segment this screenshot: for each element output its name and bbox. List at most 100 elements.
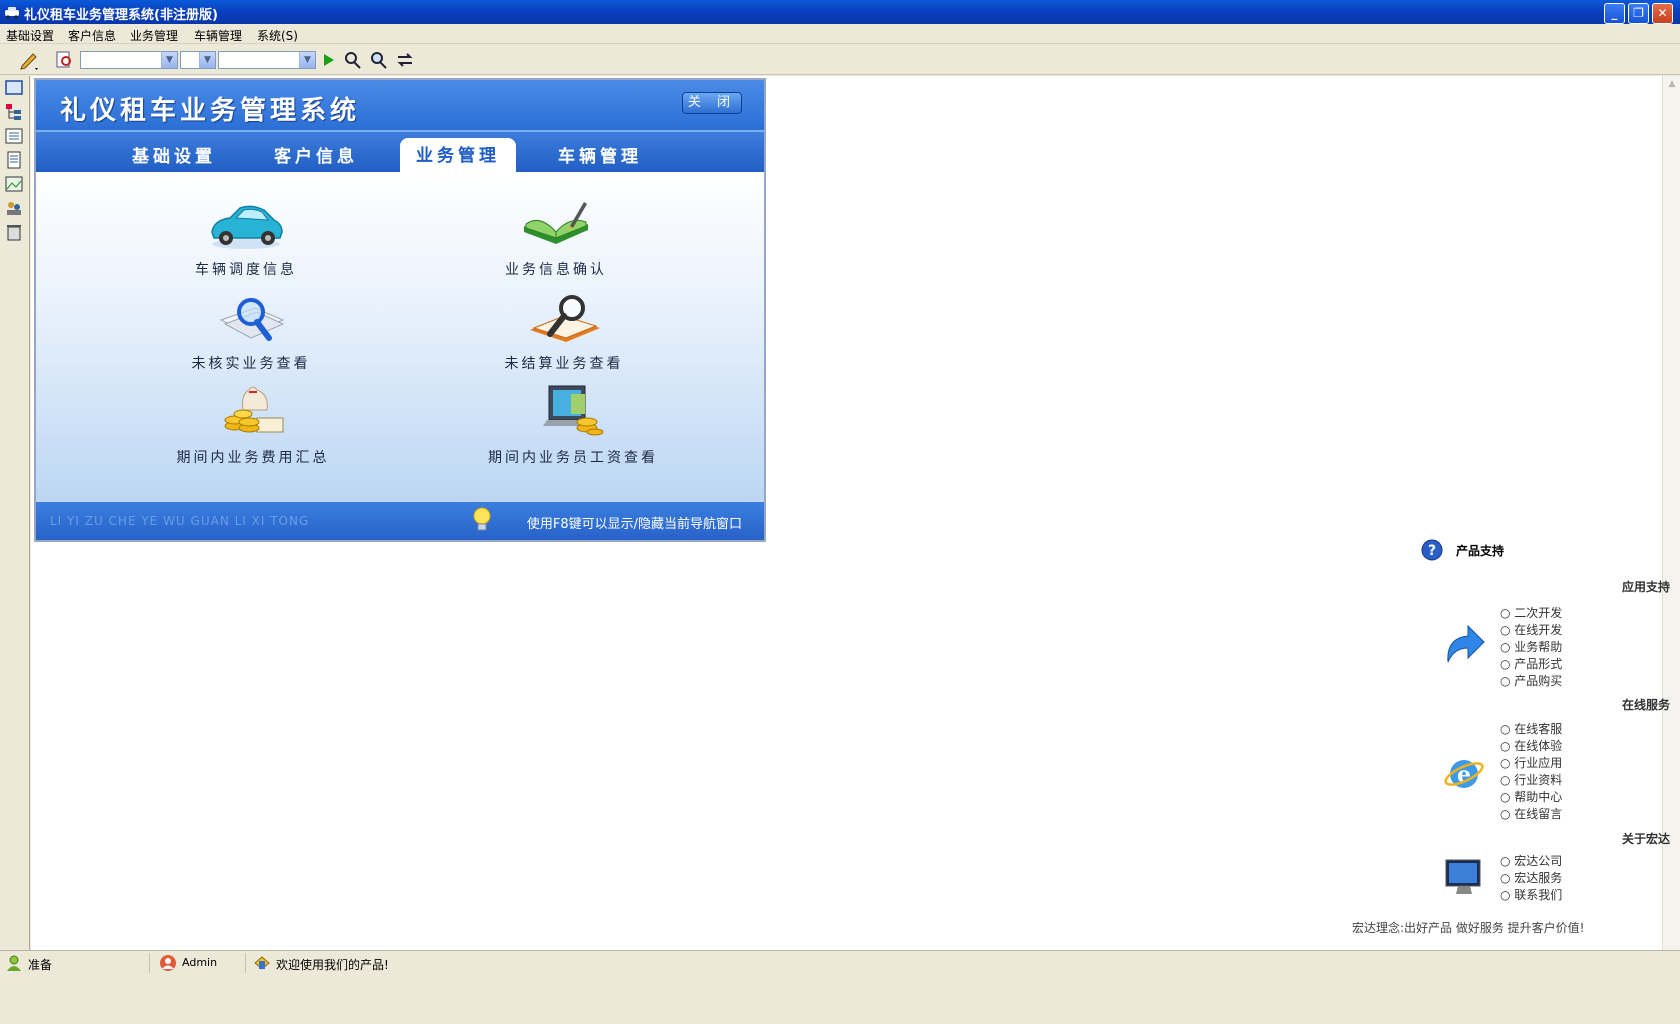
f8-hint: 使用F8键可以显示/隐藏当前导航窗口	[526, 517, 742, 532]
link-online-message[interactable]: ○ 在线留言	[1500, 805, 1562, 822]
filter-combo-1[interactable]: ▼	[80, 51, 178, 69]
nav-item-label: 车辆调度信息	[195, 262, 297, 278]
link-help-center[interactable]: ○ 帮助中心	[1500, 788, 1562, 805]
navigator-body: 车辆调度信息 业务信息确认 未核实业务查看 未结算业务查看 期间内业务费用汇总 …	[36, 172, 764, 502]
nav-item-label: 业务信息确认	[505, 262, 607, 278]
navigator-header: 礼仪租车业务管理系统 关 闭	[36, 80, 764, 130]
tab-business[interactable]: 业务管理	[400, 138, 516, 174]
magnifier-document-icon	[219, 298, 285, 341]
nav-item-vehicle-dispatch[interactable]: 车辆调度信息	[156, 196, 336, 279]
menu-business[interactable]: 业务管理	[130, 27, 178, 44]
link-company[interactable]: ○ 宏达公司	[1500, 852, 1562, 869]
menu-system[interactable]: 系统(S)	[257, 27, 298, 44]
navigator-title: 礼仪租车业务管理系统	[60, 96, 361, 126]
section-title-about: 关于宏达	[1621, 832, 1670, 846]
internet-explorer-icon: e	[1444, 760, 1484, 788]
preview-icon[interactable]	[54, 50, 76, 70]
section-title-app-support: 应用支持	[1621, 580, 1670, 594]
chevron-down-icon: ▼	[161, 52, 177, 68]
find-user-icon[interactable]	[342, 50, 364, 70]
restore-button[interactable]: ❐	[1628, 3, 1649, 24]
link-online-dev[interactable]: ○ 在线开发	[1500, 621, 1562, 638]
pinyin-caption: LI YI ZU CHE YE WU GUAN LI XI TONG	[50, 514, 310, 528]
link-product-purchase[interactable]: ○ 产品购买	[1500, 672, 1562, 689]
car-app-icon	[5, 7, 19, 19]
tab-customer-info[interactable]: 客户信息	[258, 142, 374, 174]
run-icon[interactable]	[318, 50, 340, 70]
navigator-panel: 礼仪租车业务管理系统 关 闭 基础设置 客户信息 业务管理 车辆管理 车辆调度信…	[34, 78, 766, 542]
document-icon[interactable]	[4, 150, 24, 170]
car-icon	[211, 205, 283, 249]
scroll-up-icon[interactable]: ▲	[1664, 76, 1680, 92]
nav-item-unsettled-business[interactable]: 未结算业务查看	[466, 290, 662, 373]
navigator-close-button[interactable]: 关 闭	[682, 92, 742, 114]
bottom-strip	[0, 974, 1680, 1024]
tree-icon[interactable]	[4, 102, 24, 122]
magnifier-book-icon	[530, 295, 600, 342]
help-icon: ?	[1421, 539, 1443, 561]
title-bar: 礼仪租车业务管理系统(非注册版) _ ❐ ✕	[0, 0, 1680, 24]
menu-customer-info[interactable]: 客户信息	[68, 27, 116, 44]
menu-vehicles[interactable]: 车辆管理	[194, 27, 242, 44]
tab-basic-settings[interactable]: 基础设置	[116, 142, 232, 174]
nav-item-label: 未结算业务查看	[504, 356, 624, 372]
users-icon[interactable]	[4, 198, 24, 218]
nav-item-label: 期间内业务员工资查看	[488, 450, 658, 466]
section-title-online-service: 在线服务	[1621, 698, 1670, 712]
nav-item-expense-summary[interactable]: 期间内业务费用汇总	[148, 384, 358, 467]
toolbar: ▼ ▼ ▼	[0, 45, 1680, 75]
window-title: 礼仪租车业务管理系统(非注册版)	[24, 8, 218, 23]
refresh-icon[interactable]	[394, 50, 416, 70]
find-icon[interactable]	[368, 50, 390, 70]
status-user-segment: Admin	[154, 953, 246, 973]
status-user: Admin	[182, 956, 218, 969]
filter-combo-2[interactable]: ▼	[180, 51, 216, 69]
trash-icon[interactable]	[4, 222, 24, 242]
filter-combo-3[interactable]: ▼	[218, 51, 316, 69]
status-welcome: 欢迎使用我们的产品!	[276, 958, 389, 972]
monitor-icon	[1445, 859, 1481, 894]
chevron-down-icon: ▼	[299, 52, 315, 68]
nav-item-unverified-business[interactable]: 未核实业务查看	[156, 290, 346, 373]
coins-money-icon	[224, 386, 284, 433]
svg-text:?: ?	[1428, 543, 1436, 559]
menu-bar: 基础设置 客户信息 业务管理 车辆管理 系统(S)	[0, 24, 1680, 44]
status-ready-segment: 准备	[0, 953, 150, 973]
lightbulb-icon	[473, 507, 491, 531]
motto-text: 宏达理念:出好产品 做好服务 提升客户价值!	[1352, 921, 1585, 935]
nav-item-label: 期间内业务费用汇总	[176, 450, 330, 466]
support-heading: 产品支持	[1456, 544, 1505, 558]
window-icon[interactable]	[4, 78, 24, 98]
menu-basic-settings[interactable]: 基础设置	[6, 27, 54, 44]
image-icon[interactable]	[4, 174, 24, 194]
link-online-cs[interactable]: ○ 在线客服	[1500, 720, 1562, 737]
link-secondary-dev[interactable]: ○ 二次开发	[1500, 604, 1562, 621]
pencil-icon[interactable]	[18, 50, 40, 70]
link-product-form[interactable]: ○ 产品形式	[1500, 655, 1562, 672]
left-toolbar	[0, 76, 30, 994]
link-contact[interactable]: ○ 联系我们	[1500, 886, 1562, 903]
link-industry-data[interactable]: ○ 行业资料	[1500, 771, 1562, 788]
computer-coins-icon	[543, 385, 604, 436]
nav-item-salary-view[interactable]: 期间内业务员工资查看	[458, 384, 688, 467]
link-industry-apps[interactable]: ○ 行业应用	[1500, 754, 1562, 771]
navigator-footer: LI YI ZU CHE YE WU GUAN LI XI TONG 使用F8键…	[36, 502, 764, 540]
close-window-button[interactable]: ✕	[1652, 3, 1673, 24]
status-welcome-segment: 欢迎使用我们的产品!	[250, 953, 650, 973]
product-icon	[254, 956, 270, 970]
support-panel: ? 产品支持 应用支持 ○ 二次开发 ○ 在线开发 ○ 业务帮助 ○ 产品形式 …	[1420, 534, 1670, 944]
link-online-trial[interactable]: ○ 在线体验	[1500, 737, 1562, 754]
tab-vehicles[interactable]: 车辆管理	[542, 142, 658, 174]
status-bar: 准备 Admin 欢迎使用我们的产品!	[0, 950, 1680, 974]
arrow-icon	[1447, 624, 1485, 663]
nav-item-label: 未核实业务查看	[191, 356, 311, 372]
chevron-down-icon: ▼	[199, 52, 215, 68]
link-services[interactable]: ○ 宏达服务	[1500, 869, 1562, 886]
nav-item-business-confirm[interactable]: 业务信息确认	[466, 196, 646, 279]
list-icon[interactable]	[4, 126, 24, 146]
admin-icon	[160, 955, 176, 971]
minimize-button[interactable]: _	[1604, 3, 1625, 24]
link-business-help[interactable]: ○ 业务帮助	[1500, 638, 1562, 655]
user-status-icon	[7, 955, 21, 971]
book-pen-icon	[524, 202, 588, 244]
